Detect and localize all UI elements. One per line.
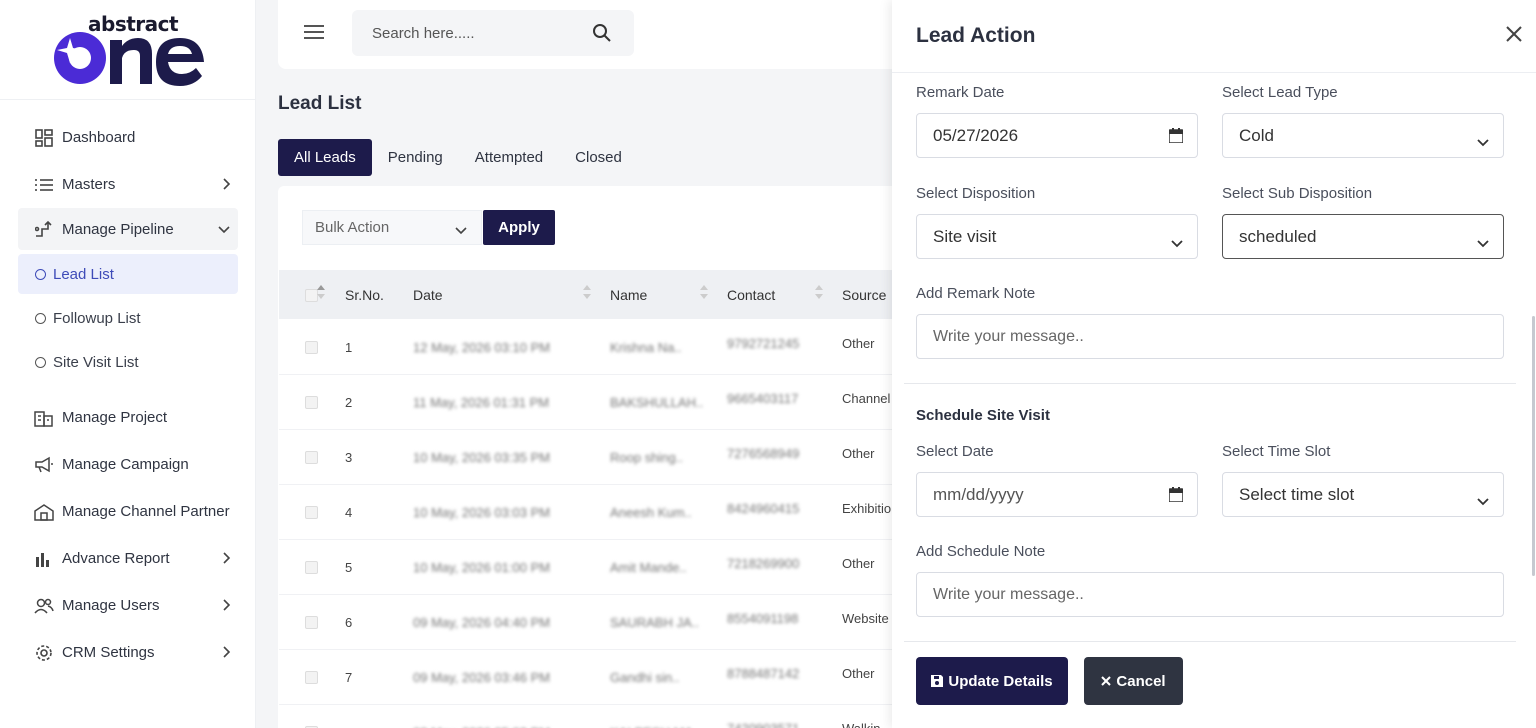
chevron-down-icon	[1477, 233, 1489, 253]
sub-disposition-label: Select Sub Disposition	[1222, 185, 1373, 202]
save-icon	[931, 675, 944, 687]
calendar-icon[interactable]	[1168, 128, 1184, 148]
time-slot-select[interactable]: Select time slot	[1222, 472, 1504, 517]
select-date-label: Select Date	[916, 443, 994, 460]
remark-note-textarea[interactable]: Write your message..	[916, 314, 1504, 359]
panel-title: Lead Action	[916, 24, 1036, 47]
schedule-note-label: Add Schedule Note	[916, 543, 1046, 560]
close-icon[interactable]	[1506, 26, 1522, 47]
calendar-icon[interactable]	[1168, 487, 1184, 507]
sub-disposition-select[interactable]: scheduled	[1222, 214, 1504, 259]
schedule-note-textarea[interactable]: Write your message..	[916, 572, 1504, 617]
time-slot-value: Select time slot	[1239, 484, 1355, 504]
select-date-placeholder: mm/dd/yyyy	[933, 484, 1024, 504]
section-title-schedule-site-visit: Schedule Site Visit	[916, 407, 1050, 424]
time-slot-label: Select Time Slot	[1222, 443, 1331, 460]
panel-header: Lead Action	[892, 0, 1536, 73]
modal-backdrop[interactable]	[0, 0, 892, 728]
divider	[904, 383, 1516, 384]
lead-action-panel: Lead Action Remark Date 05/27/2026 Selec…	[892, 0, 1536, 728]
lead-type-value: Cold	[1239, 125, 1274, 145]
remark-note-placeholder: Write your message..	[933, 327, 1084, 345]
disposition-label: Select Disposition	[916, 185, 1036, 202]
disposition-value: Site visit	[933, 226, 997, 246]
close-icon	[1101, 676, 1112, 686]
remark-date-label: Remark Date	[916, 84, 1005, 101]
panel-scrollbar[interactable]	[1532, 316, 1535, 576]
lead-type-select[interactable]: Cold	[1222, 113, 1504, 158]
chevron-down-icon	[1171, 233, 1183, 253]
sub-disposition-value: scheduled	[1239, 226, 1317, 246]
lead-type-label: Select Lead Type	[1222, 84, 1338, 101]
chevron-down-icon	[1477, 491, 1489, 511]
select-date-input[interactable]: mm/dd/yyyy	[916, 472, 1198, 517]
divider	[904, 641, 1516, 642]
update-details-button[interactable]: Update Details	[916, 657, 1068, 705]
schedule-note-placeholder: Write your message..	[933, 585, 1084, 603]
chevron-down-icon	[1477, 132, 1489, 152]
disposition-select[interactable]: Site visit	[916, 214, 1198, 259]
remark-date-input[interactable]: 05/27/2026	[916, 113, 1198, 158]
cancel-button[interactable]: Cancel	[1084, 657, 1183, 705]
remark-note-label: Add Remark Note	[916, 285, 1036, 302]
remark-date-value: 05/27/2026	[933, 125, 1019, 145]
cancel-label: Cancel	[1116, 672, 1166, 690]
update-details-label: Update Details	[948, 672, 1053, 690]
